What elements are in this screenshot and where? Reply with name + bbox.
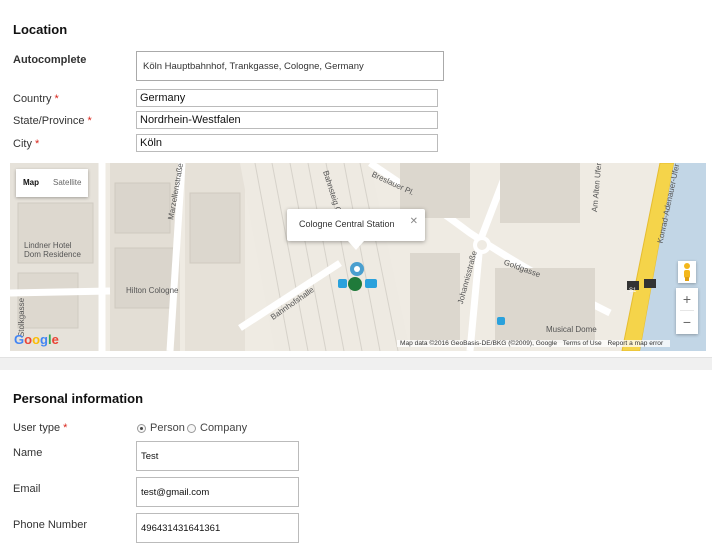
name-label: Name <box>13 447 43 459</box>
report-error-link[interactable]: Report a map error <box>607 340 663 347</box>
map-data-credit: Map data ©2016 GeoBasis-DE/BKG (©2009), … <box>400 340 558 347</box>
map-canvas <box>10 163 706 351</box>
required-mark: * <box>87 115 92 127</box>
autocomplete-input[interactable] <box>136 51 444 81</box>
phone-input[interactable] <box>136 513 299 543</box>
street-view-pegman-icon[interactable] <box>678 261 696 283</box>
city-input[interactable] <box>136 134 438 152</box>
info-window-tail <box>348 241 364 250</box>
location-title: Location <box>13 22 68 37</box>
email-label: Email <box>13 483 41 495</box>
close-icon[interactable]: ✕ <box>410 216 418 227</box>
required-mark: * <box>63 422 68 434</box>
radio-person[interactable]: Person <box>137 422 185 434</box>
map-info-window: Cologne Central Station ✕ <box>287 209 425 250</box>
info-window-title: Cologne Central Station <box>299 219 395 229</box>
zoom-out-button[interactable]: − <box>676 311 698 333</box>
country-label: Country * <box>13 93 59 105</box>
map-type-map[interactable]: Map <box>16 169 46 197</box>
required-mark: * <box>34 138 40 150</box>
poi-hilton[interactable]: Hilton Cologne <box>126 286 178 295</box>
city-label: City * <box>13 138 40 150</box>
poi-lindner-2: Dom Residence <box>24 250 81 259</box>
required-mark: * <box>54 93 59 105</box>
user-type-label: User type * <box>13 422 68 434</box>
poi-lindner[interactable]: Lindner Hotel <box>24 241 72 250</box>
section-separator <box>0 357 712 371</box>
poi-musical-dome[interactable]: Musical Dome <box>546 325 597 334</box>
terms-link[interactable]: Terms of Use <box>563 340 602 347</box>
radio-person-dot[interactable] <box>137 423 146 433</box>
map-view[interactable]: Map Satellite Lindner Hotel Dom Residenc… <box>10 163 706 351</box>
location-section: Location Autocomplete Country* State/Pro… <box>0 0 712 357</box>
country-input[interactable] <box>136 89 438 107</box>
transit-s1-label: S1 <box>629 288 637 294</box>
map-type-satellite[interactable]: Satellite <box>46 169 88 197</box>
map-attribution: Map data ©2016 GeoBasis-DE/BKG (©2009), … <box>397 340 671 347</box>
state-label: State/Province * <box>13 115 92 127</box>
map-type-control: Map Satellite <box>16 169 89 197</box>
google-logo[interactable]: Google <box>14 332 59 347</box>
email-input[interactable] <box>136 477 299 507</box>
zoom-in-button[interactable]: + <box>676 288 698 310</box>
radio-company[interactable]: Company <box>187 422 247 434</box>
personal-title: Personal information <box>13 391 144 406</box>
state-input[interactable] <box>136 111 438 129</box>
zoom-control: + − <box>676 288 698 334</box>
autocomplete-label: Autocomplete <box>13 54 87 66</box>
radio-company-dot[interactable] <box>187 423 196 433</box>
name-input[interactable] <box>136 441 299 471</box>
phone-label: Phone Number <box>13 519 87 531</box>
